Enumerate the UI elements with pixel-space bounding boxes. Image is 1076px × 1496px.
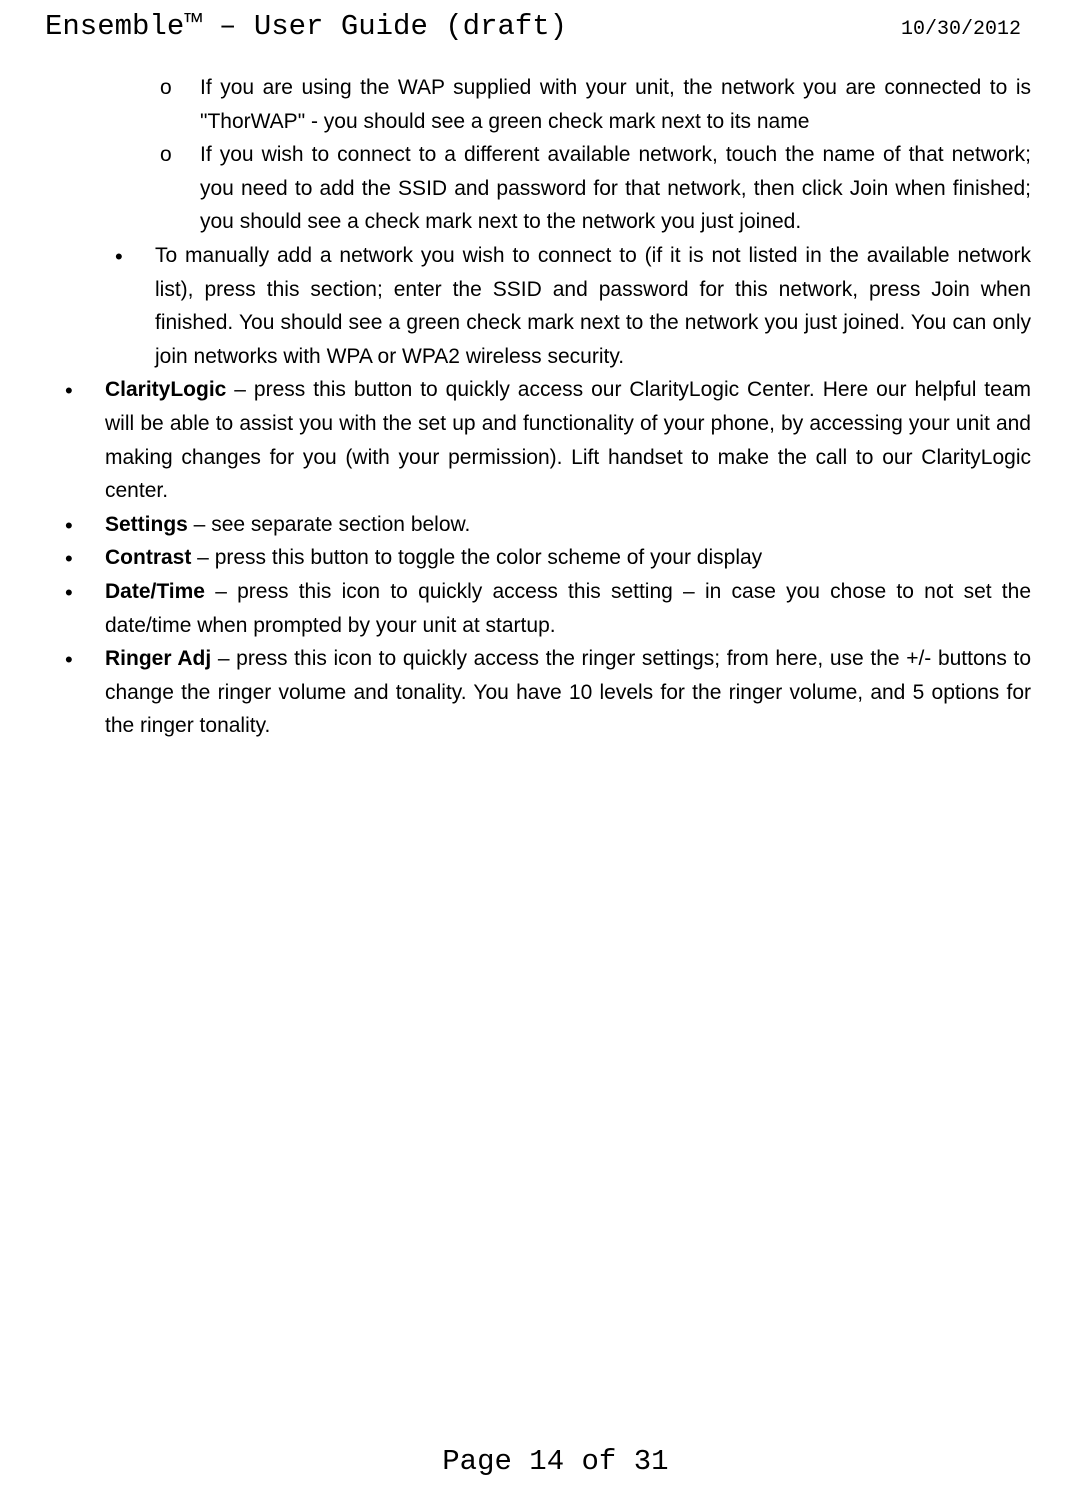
document-title: Ensemble™ – User Guide (draft) — [45, 10, 567, 43]
list-item: Contrast – press this button to toggle t… — [65, 541, 1031, 575]
main-list: ClarityLogic – press this button to quic… — [45, 373, 1031, 743]
list-text: – press this button to quickly access ou… — [105, 378, 1031, 502]
list-bold: Settings — [105, 513, 188, 536]
list-item: Ringer Adj – press this icon to quickly … — [65, 642, 1031, 743]
list-text: If you wish to connect to a different av… — [200, 143, 1031, 233]
list-bold: Contrast — [105, 546, 191, 569]
list-item: If you wish to connect to a different av… — [160, 138, 1031, 239]
list-item: Date/Time – press this icon to quickly a… — [65, 575, 1031, 642]
list-bold: Date/Time — [105, 580, 205, 603]
body-content: If you are using the WAP supplied with y… — [45, 71, 1031, 743]
list-text: – press this icon to quickly access the … — [105, 647, 1031, 737]
list-text: – press this icon to quickly access this… — [105, 580, 1031, 637]
list-text: If you are using the WAP supplied with y… — [200, 76, 1031, 133]
list-text: – press this button to toggle the color … — [191, 546, 762, 569]
list-bold: Ringer Adj — [105, 647, 211, 670]
list-item: To manually add a network you wish to co… — [115, 239, 1031, 373]
list-bold: ClarityLogic — [105, 378, 226, 401]
list-text: – see separate section below. — [188, 513, 471, 536]
sub-sub-list: If you are using the WAP supplied with y… — [45, 71, 1031, 239]
page-footer: Page 14 of 31 — [0, 1412, 1076, 1478]
sub-list: To manually add a network you wish to co… — [45, 239, 1031, 373]
page-number: Page 14 of 31 — [442, 1445, 668, 1478]
list-item: If you are using the WAP supplied with y… — [160, 71, 1031, 138]
list-text: To manually add a network you wish to co… — [155, 244, 1031, 368]
page-header: Ensemble™ – User Guide (draft) 10/30/201… — [45, 10, 1031, 43]
list-item: ClarityLogic – press this button to quic… — [65, 373, 1031, 507]
list-item: Settings – see separate section below. — [65, 508, 1031, 542]
document-date: 10/30/2012 — [901, 18, 1021, 41]
